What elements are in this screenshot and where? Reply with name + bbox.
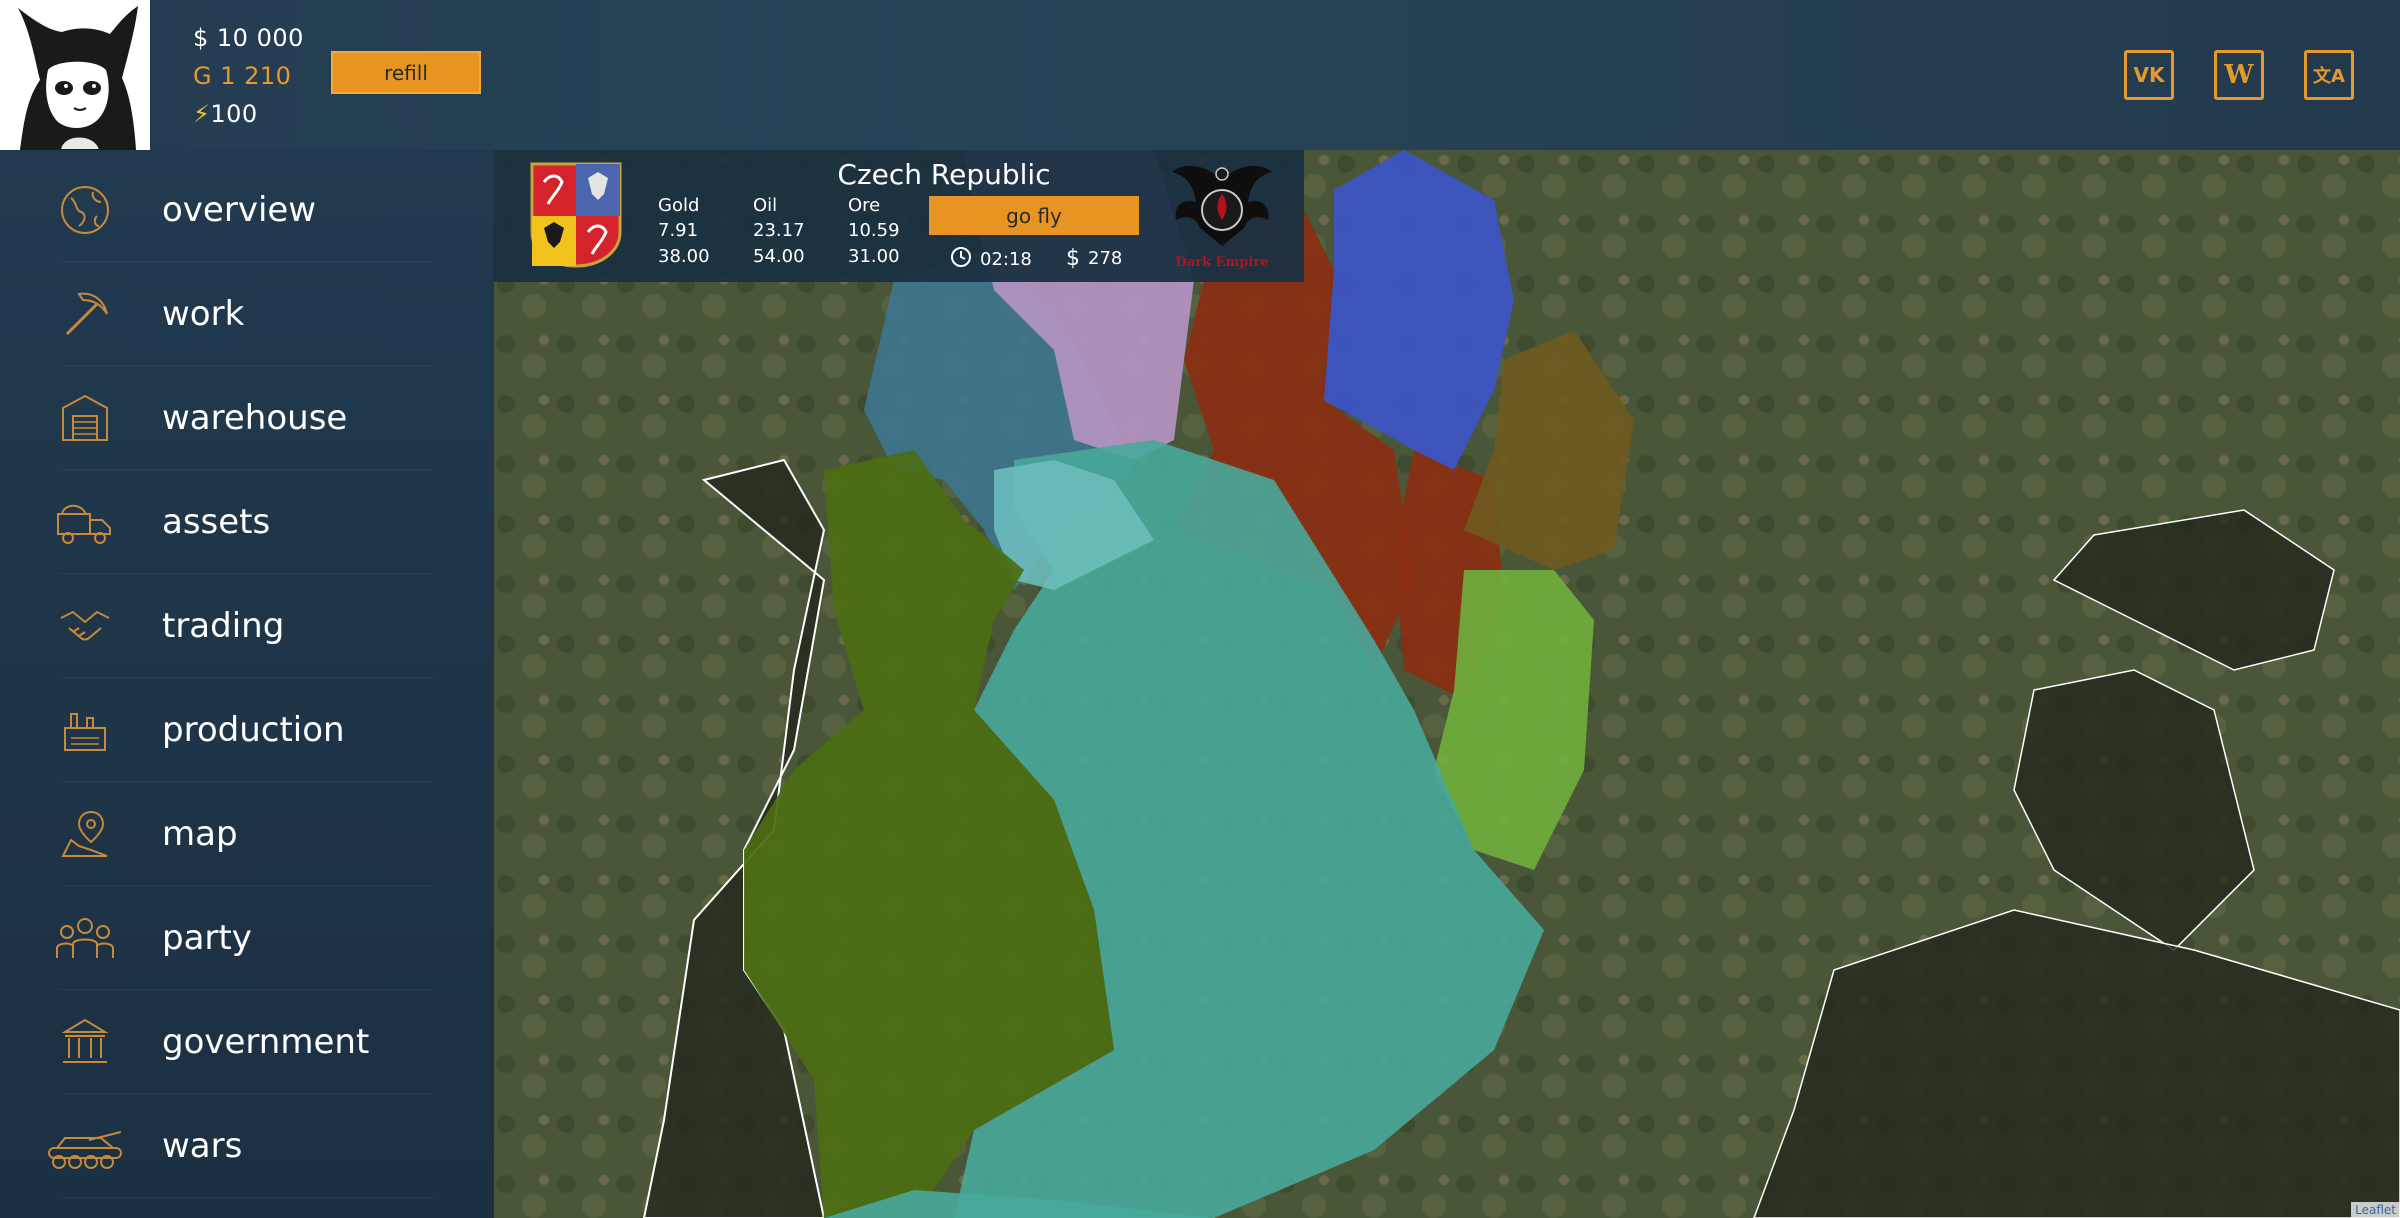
- warehouse-icon: [40, 383, 130, 453]
- sidebar-item-label: production: [162, 710, 345, 750]
- sidebar-item-government[interactable]: government: [40, 990, 454, 1094]
- sidebar-item-label: map: [162, 814, 238, 854]
- resource-ore-current: 10.59: [848, 220, 900, 241]
- clock-icon: [950, 246, 972, 273]
- refill-button[interactable]: refill: [331, 51, 481, 94]
- sidebar-item-party[interactable]: party: [40, 886, 454, 990]
- sidebar-item-label: work: [162, 294, 245, 334]
- resource-ore-max: 31.00: [848, 246, 900, 267]
- gold-balance: G 1 210: [193, 62, 292, 90]
- resource-oil-current: 23.17: [753, 220, 805, 241]
- vk-icon[interactable]: VK: [2124, 50, 2174, 100]
- resource-gold-label: Gold: [658, 195, 700, 216]
- map-attribution[interactable]: Leaflet: [2351, 1202, 2400, 1218]
- sidebar-item-production[interactable]: production: [40, 678, 454, 782]
- sidebar-item-label: assets: [162, 502, 271, 542]
- energy-value: 100: [210, 100, 258, 128]
- sidebar-item-overview[interactable]: overview: [40, 158, 454, 262]
- resource-oil-max: 54.00: [753, 246, 805, 267]
- sidebar-item-trading[interactable]: trading: [40, 574, 454, 678]
- avatar[interactable]: [0, 0, 150, 150]
- sidebar-item-label: party: [162, 918, 252, 958]
- lightning-icon: ⚡: [193, 100, 211, 128]
- party-emblem[interactable]: Dark Empire: [1170, 158, 1274, 274]
- dollar-icon: $: [1066, 246, 1080, 271]
- capitol-icon: [40, 1007, 130, 1077]
- travel-cost: $ 278: [1066, 246, 1122, 271]
- region-info-panel: Czech Republic Gold 7.91 38.00 Oil 23.17…: [494, 150, 1304, 282]
- top-bar: $ 10 000 G 1 210 ⚡100 refill VK W 文A: [0, 0, 2400, 150]
- travel-time: 02:18: [950, 246, 1032, 273]
- sidebar-item-label: wars: [162, 1126, 243, 1166]
- resource-gold-current: 7.91: [658, 220, 699, 241]
- sidebar: overview work warehouse assets trading p…: [0, 150, 494, 1218]
- translate-icon[interactable]: 文A: [2304, 50, 2354, 100]
- travel-cost-value: 278: [1088, 248, 1123, 269]
- sidebar-item-map[interactable]: map: [40, 782, 454, 886]
- app-root: $ 10 000 G 1 210 ⚡100 refill VK W 文A ove…: [0, 0, 2400, 1218]
- sidebar-item-label: overview: [162, 190, 317, 230]
- people-icon: [40, 903, 130, 973]
- go-fly-button[interactable]: go fly: [929, 196, 1139, 235]
- sidebar-item-assets[interactable]: assets: [40, 470, 454, 574]
- sidebar-item-warehouse[interactable]: warehouse: [40, 366, 454, 470]
- region-name[interactable]: Czech Republic: [794, 158, 1094, 191]
- map-pin-icon: [40, 799, 130, 869]
- sidebar-item-label: warehouse: [162, 398, 348, 438]
- tank-icon: [40, 1111, 130, 1181]
- factory-icon: [40, 695, 130, 765]
- energy-balance: ⚡100: [193, 100, 258, 128]
- resource-gold-max: 38.00: [658, 246, 710, 267]
- wiki-icon[interactable]: W: [2214, 50, 2264, 100]
- translate-glyph: 文A: [2313, 66, 2345, 87]
- money-balance: $ 10 000: [193, 24, 304, 52]
- emblem-text: Dark Empire: [1176, 255, 1269, 270]
- pickaxe-icon: [40, 279, 130, 349]
- truck-icon: [40, 487, 130, 557]
- handshake-icon: [40, 591, 130, 661]
- resource-ore-label: Ore: [848, 195, 881, 216]
- travel-time-value: 02:18: [980, 249, 1032, 270]
- globe-icon: [40, 175, 130, 245]
- sidebar-item-label: government: [162, 1022, 370, 1062]
- sidebar-item-work[interactable]: work: [40, 262, 454, 366]
- sidebar-item-label: trading: [162, 606, 285, 646]
- wiki-glyph: W: [2224, 60, 2254, 90]
- region-map[interactable]: Leaflet: [494, 150, 2400, 1218]
- coat-of-arms-icon: [530, 162, 622, 268]
- vk-glyph: VK: [2133, 63, 2165, 87]
- resource-oil-label: Oil: [753, 195, 778, 216]
- sidebar-item-wars[interactable]: wars: [40, 1094, 454, 1198]
